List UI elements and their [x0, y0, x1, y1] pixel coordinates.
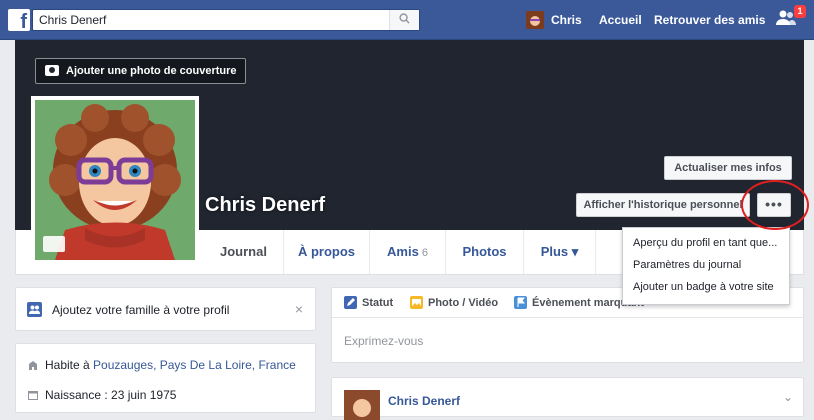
- chevron-down-icon[interactable]: ⌄: [783, 390, 793, 404]
- post-author-name[interactable]: Chris Denerf: [388, 394, 460, 408]
- profile-picture[interactable]: [31, 96, 199, 264]
- timeline-post: Chris Denerf ⌄: [331, 377, 804, 420]
- tab-photos-label: Photos: [462, 244, 507, 259]
- search-input[interactable]: [33, 10, 383, 30]
- friends-count: 6: [421, 247, 428, 259]
- flag-icon: [514, 296, 527, 309]
- menu-item-add-badge[interactable]: Ajouter un badge à votre site: [623, 276, 789, 298]
- search-box[interactable]: [32, 9, 420, 31]
- tab-journal-label: Journal: [220, 244, 267, 259]
- update-info-button[interactable]: Actualiser mes infos: [664, 156, 792, 180]
- tab-about[interactable]: À propos: [284, 230, 370, 274]
- add-cover-photo-button[interactable]: Ajouter une photo de couverture: [35, 58, 246, 84]
- nav-profile-link[interactable]: Chris: [551, 13, 582, 27]
- search-icon[interactable]: [389, 10, 419, 30]
- tab-friends[interactable]: Amis 6: [370, 230, 446, 274]
- composer-photo-label: Photo / Vidéo: [428, 297, 499, 309]
- menu-item-view-as[interactable]: Aperçu du profil en tant que...: [623, 232, 789, 254]
- tab-friends-label: Amis: [387, 244, 419, 259]
- composer-status-label: Statut: [362, 297, 394, 309]
- composer-input[interactable]: Exprimez-vous: [344, 334, 423, 348]
- post-author-avatar[interactable]: [344, 390, 380, 420]
- more-options-menu: Aperçu du profil en tant que... Paramètr…: [622, 227, 790, 305]
- house-icon: [28, 359, 38, 370]
- composer-divider: [332, 317, 803, 318]
- close-icon[interactable]: ×: [295, 301, 303, 317]
- pencil-icon: [344, 296, 357, 309]
- add-family-card[interactable]: Ajoutez votre famille à votre profil ×: [15, 287, 316, 331]
- tab-more[interactable]: Plus ▾: [524, 230, 596, 274]
- menu-item-timeline-settings[interactable]: Paramètres du journal: [623, 254, 789, 276]
- tab-about-label: À propos: [297, 244, 356, 259]
- user-avatar[interactable]: [526, 11, 544, 29]
- tab-more-label: Plus ▾: [540, 244, 579, 259]
- lives-in-link[interactable]: Pouzauges, Pays De La Loire, France: [93, 358, 296, 372]
- lives-in-prefix: Habite à: [45, 358, 94, 372]
- highlight-circle-annotation: [741, 180, 809, 230]
- family-icon: [27, 302, 42, 317]
- nav-home-link[interactable]: Accueil: [599, 13, 642, 27]
- friend-requests-badge: 1: [794, 5, 806, 18]
- update-profile-picture-camera-icon[interactable]: [43, 236, 65, 252]
- tab-journal[interactable]: Journal: [204, 230, 284, 274]
- activity-log-button[interactable]: Afficher l'historique personnel: [576, 193, 750, 217]
- facebook-logo-icon[interactable]: f: [8, 9, 30, 33]
- lives-in-row: Habite à Pouzauges, Pays De La Loire, Fr…: [28, 358, 296, 372]
- camera-icon: [45, 65, 59, 76]
- top-navigation-bar: f Chris Accueil Retrouver des amis 1: [0, 0, 814, 40]
- composer-tab-photo-video[interactable]: Photo / Vidéo: [410, 296, 498, 309]
- add-cover-photo-label: Ajouter une photo de couverture: [66, 65, 237, 77]
- nav-find-friends-link[interactable]: Retrouver des amis: [654, 13, 765, 27]
- profile-name[interactable]: Chris Denerf: [205, 194, 325, 217]
- intro-card: Habite à Pouzauges, Pays De La Loire, Fr…: [15, 343, 316, 413]
- tab-photos[interactable]: Photos: [446, 230, 524, 274]
- add-family-prompt[interactable]: Ajoutez votre famille à votre profil: [52, 303, 229, 317]
- composer-tab-status[interactable]: Statut: [344, 296, 393, 309]
- calendar-icon: [28, 389, 38, 400]
- photo-icon: [410, 296, 423, 309]
